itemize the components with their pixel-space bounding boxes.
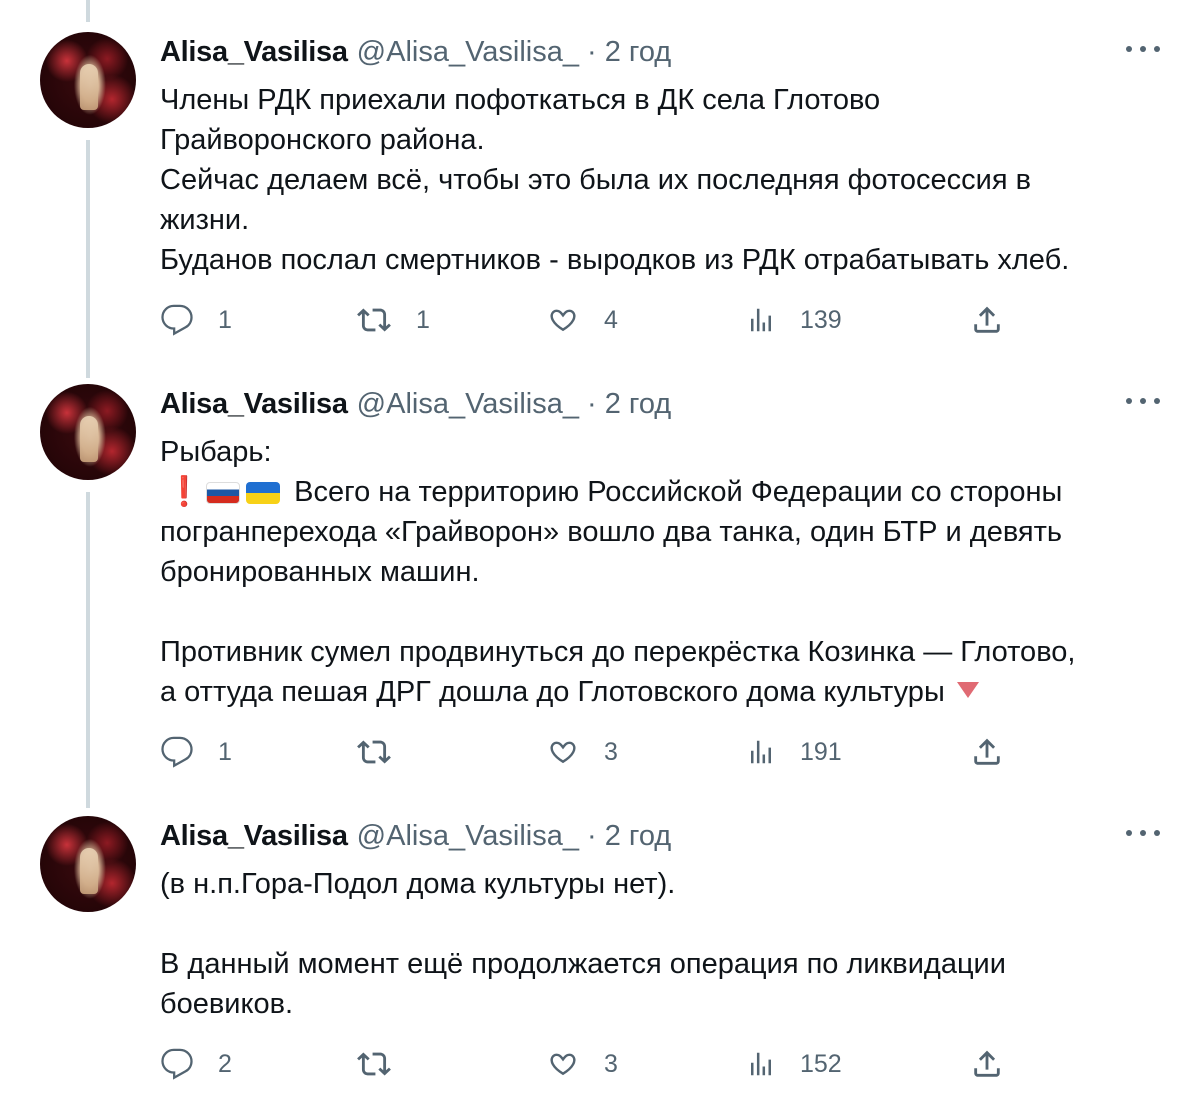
- user-handle[interactable]: @Alisa_Vasilisa_: [357, 820, 579, 853]
- display-name[interactable]: Alisa_Vasilisa: [160, 36, 348, 69]
- views-button[interactable]: 152: [746, 1044, 842, 1084]
- share-icon: [974, 1050, 1000, 1077]
- russia-flag-icon: [206, 482, 241, 504]
- share-button[interactable]: [970, 732, 1004, 772]
- retweet-button[interactable]: 1: [356, 300, 430, 340]
- tweet-text: Рыбарь: ❗ Всего на территорию Российской…: [160, 432, 1160, 712]
- heart-icon: [550, 309, 576, 332]
- tweet-text-body: Всего на территорию Российской Федерации…: [160, 476, 1076, 708]
- action-bar: 1 3 191: [160, 732, 1020, 772]
- retweet-icon: [357, 1052, 391, 1076]
- avatar-figure: [80, 848, 98, 894]
- share-icon: [974, 306, 1000, 333]
- action-bar: 2 3 152: [160, 1044, 1020, 1084]
- tweet-text-intro: Рыбарь:: [160, 436, 272, 468]
- views-count: 139: [800, 305, 842, 334]
- like-count: 3: [604, 1049, 618, 1078]
- display-name[interactable]: Alisa_Vasilisa: [160, 388, 348, 421]
- retweet-icon: [357, 308, 391, 332]
- thread-line-1: [86, 140, 90, 378]
- reply-count: 2: [218, 1049, 232, 1078]
- more-options-icon[interactable]: [1126, 44, 1160, 54]
- tweet-text: Члены РДК приехали пофоткаться в ДК села…: [160, 84, 1070, 276]
- like-count: 4: [604, 305, 618, 334]
- retweet-button[interactable]: [356, 1044, 416, 1084]
- reply-icon: [161, 1048, 193, 1080]
- display-name[interactable]: Alisa_Vasilisa: [160, 820, 348, 853]
- share-button[interactable]: [970, 1044, 1004, 1084]
- retweet-icon: [357, 740, 391, 764]
- tweet-content: Alisa_Vasilisa @Alisa_Vasilisa_ · 2 год …: [160, 374, 1160, 712]
- views-button[interactable]: 139: [746, 300, 842, 340]
- views-count: 191: [800, 737, 842, 766]
- share-button[interactable]: [970, 300, 1004, 340]
- user-handle[interactable]: @Alisa_Vasilisa_: [357, 36, 579, 69]
- action-bar: 1 1 4 139: [160, 300, 1020, 340]
- heart-icon: [550, 1053, 576, 1076]
- exclamation-emoji: ❗: [166, 476, 203, 508]
- ukraine-flag-icon: [246, 482, 281, 504]
- tweet-content: Alisa_Vasilisa @Alisa_Vasilisa_ · 2 год …: [160, 22, 1160, 280]
- separator: ·: [587, 387, 597, 420]
- views-chart-icon: [751, 308, 771, 332]
- timestamp[interactable]: 2 год: [605, 36, 672, 69]
- views-count: 152: [800, 1049, 842, 1078]
- separator: ·: [587, 35, 597, 68]
- retweet-button[interactable]: [356, 732, 416, 772]
- more-options-icon[interactable]: [1126, 828, 1160, 838]
- reply-button[interactable]: 1: [160, 732, 232, 772]
- more-options-icon[interactable]: [1126, 396, 1160, 406]
- thread-line-top: [86, 0, 90, 22]
- reply-count: 1: [218, 305, 232, 334]
- tweet-content: Alisa_Vasilisa @Alisa_Vasilisa_ · 2 год …: [160, 806, 1160, 1024]
- views-chart-icon: [751, 740, 771, 764]
- tweet-header: Alisa_Vasilisa @Alisa_Vasilisa_ · 2 год: [160, 806, 1160, 866]
- avatar[interactable]: [40, 32, 136, 128]
- timestamp[interactable]: 2 год: [605, 388, 672, 421]
- like-button[interactable]: 3: [546, 732, 618, 772]
- reply-icon: [161, 736, 193, 768]
- views-chart-icon: [751, 1052, 771, 1076]
- reply-count: 1: [218, 737, 232, 766]
- avatar[interactable]: [40, 384, 136, 480]
- reply-button[interactable]: 2: [160, 1044, 232, 1084]
- avatar-figure: [80, 416, 98, 462]
- avatar[interactable]: [40, 816, 136, 912]
- like-button[interactable]: 3: [546, 1044, 618, 1084]
- red-triangle-down-icon: [956, 682, 979, 698]
- like-button[interactable]: 4: [546, 300, 618, 340]
- tweet-header: Alisa_Vasilisa @Alisa_Vasilisa_ · 2 год: [160, 22, 1160, 82]
- avatar-figure: [80, 64, 98, 110]
- share-icon: [974, 738, 1000, 765]
- thread-line-2: [86, 492, 90, 808]
- reply-button[interactable]: 1: [160, 300, 232, 340]
- timestamp[interactable]: 2 год: [605, 820, 672, 853]
- heart-icon: [550, 741, 576, 764]
- user-handle[interactable]: @Alisa_Vasilisa_: [357, 388, 579, 421]
- views-button[interactable]: 191: [746, 732, 842, 772]
- retweet-count: 1: [416, 305, 430, 334]
- tweet-header: Alisa_Vasilisa @Alisa_Vasilisa_ · 2 год: [160, 374, 1160, 434]
- reply-icon: [161, 304, 193, 336]
- separator: ·: [587, 819, 597, 852]
- like-count: 3: [604, 737, 618, 766]
- tweet-text: (в н.п.Гора-Подол дома культуры нет). В …: [160, 868, 1006, 1020]
